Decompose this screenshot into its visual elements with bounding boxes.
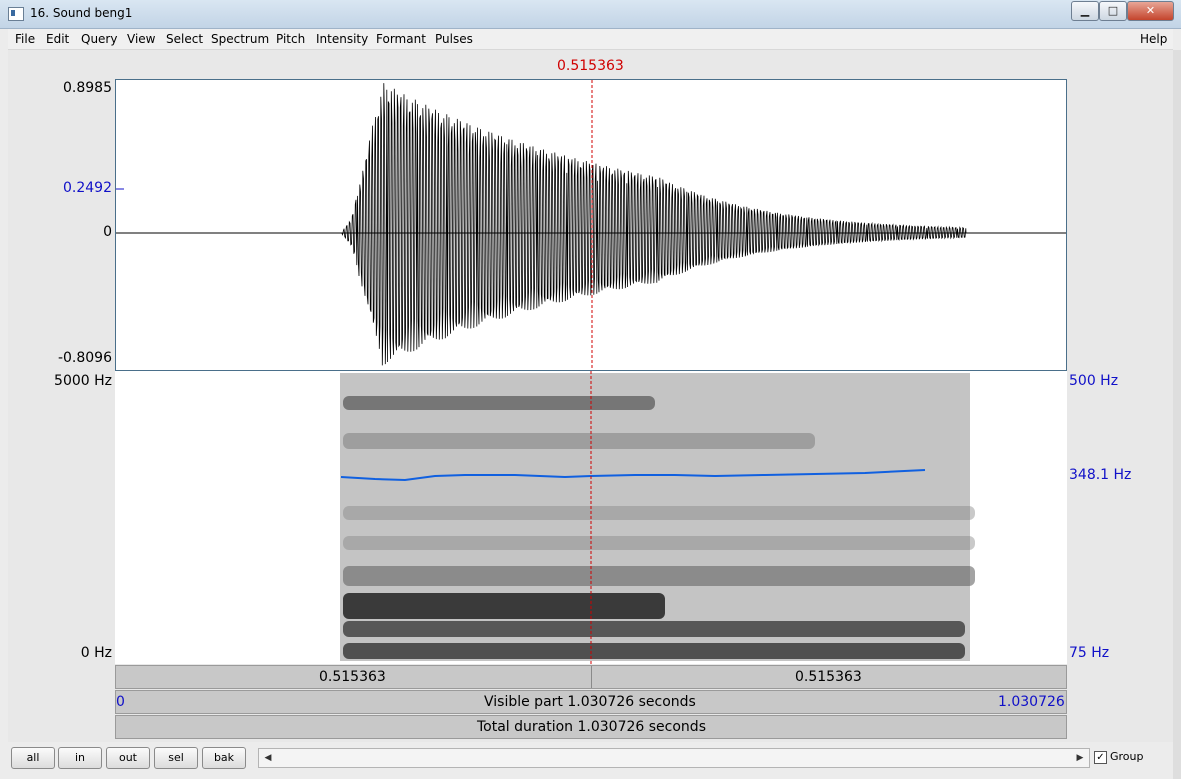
- scroll-right-icon[interactable]: ▶: [1072, 750, 1088, 766]
- group-label: Group: [1110, 750, 1144, 763]
- formant-band-2: [343, 433, 815, 449]
- time-scrollbar[interactable]: ◀ ▶: [258, 748, 1090, 768]
- waveform-svg: [116, 80, 1066, 370]
- menu-edit[interactable]: Edit: [46, 32, 69, 46]
- waveform-cursor-value: 0.2492: [63, 180, 112, 196]
- formant-band-4: [343, 536, 975, 550]
- spectrum-freq-top: 5000 Hz: [54, 373, 112, 389]
- menu-formant[interactable]: Formant: [376, 32, 426, 46]
- menu-file[interactable]: File: [15, 32, 35, 46]
- spectrogram-panel[interactable]: [115, 371, 1067, 664]
- maximize-button[interactable]: □: [1099, 1, 1127, 21]
- bottom-toolbar: all in out sel bak ◀ ▶ ✓ Group: [8, 742, 1173, 772]
- zoom-back-button[interactable]: bak: [202, 747, 246, 769]
- group-checkbox[interactable]: ✓: [1094, 751, 1107, 764]
- all-button[interactable]: all: [11, 747, 55, 769]
- menu-view[interactable]: View: [127, 32, 155, 46]
- right-segment-duration[interactable]: 0.515363: [795, 669, 862, 685]
- visible-start: 0: [116, 694, 125, 710]
- title-bar: 16. Sound beng1 ▁ □ ✕: [0, 0, 1181, 29]
- visible-end: 1.030726: [998, 694, 1065, 710]
- waveform-trace: [116, 83, 1066, 366]
- formant-band-8: [343, 643, 965, 659]
- formant-band-7: [343, 621, 965, 637]
- waveform-panel[interactable]: [115, 79, 1067, 371]
- menu-query[interactable]: Query: [81, 32, 117, 46]
- waveform-zero: 0: [103, 224, 112, 240]
- menu-spectrum[interactable]: Spectrum: [211, 32, 269, 46]
- visible-part-bar[interactable]: Visible part 1.030726 seconds: [115, 690, 1067, 714]
- pitch-bottom-label: 75 Hz: [1069, 645, 1110, 661]
- menu-help[interactable]: Help: [1140, 32, 1167, 46]
- menu-bar: File Edit Query View Select Spectrum Pit…: [8, 29, 1173, 50]
- total-duration-bar[interactable]: Total duration 1.030726 seconds: [115, 715, 1067, 739]
- total-duration-label[interactable]: Total duration 1.030726 seconds: [477, 719, 706, 735]
- zoom-out-button[interactable]: out: [106, 747, 150, 769]
- app-icon: [8, 7, 24, 21]
- menu-select[interactable]: Select: [166, 32, 203, 46]
- window-edge: [1173, 50, 1181, 779]
- menu-pulses[interactable]: Pulses: [435, 32, 473, 46]
- spectrogram-svg: [340, 371, 975, 664]
- scroll-left-icon[interactable]: ◀: [260, 750, 276, 766]
- selection-bar[interactable]: 0.515363 0.515363: [115, 665, 1067, 689]
- formant-band-6: [343, 593, 665, 619]
- minimize-button[interactable]: ▁: [1071, 1, 1099, 21]
- segment-divider: [591, 666, 592, 688]
- spectrum-freq-bottom: 0 Hz: [80, 645, 112, 661]
- menu-pitch[interactable]: Pitch: [276, 32, 305, 46]
- cursor-time-label: 0.515363: [557, 58, 624, 74]
- visible-part-label[interactable]: Visible part 1.030726 seconds: [484, 694, 696, 710]
- close-button[interactable]: ✕: [1127, 1, 1174, 21]
- window-title: 16. Sound beng1: [30, 6, 133, 20]
- zoom-selection-button[interactable]: sel: [154, 747, 198, 769]
- waveform-ymax: 0.8985: [63, 80, 112, 96]
- pitch-top-label: 500 Hz: [1069, 373, 1119, 389]
- zoom-in-button[interactable]: in: [58, 747, 102, 769]
- formant-band-5: [343, 566, 975, 586]
- formant-band-1: [343, 396, 655, 410]
- menu-intensity[interactable]: Intensity: [316, 32, 368, 46]
- pitch-current-label: 348.1 Hz: [1069, 467, 1132, 483]
- waveform-path: [116, 83, 1066, 366]
- formant-band-3: [343, 506, 975, 520]
- left-segment-duration[interactable]: 0.515363: [319, 669, 386, 685]
- waveform-ymin: -0.8096: [57, 350, 112, 366]
